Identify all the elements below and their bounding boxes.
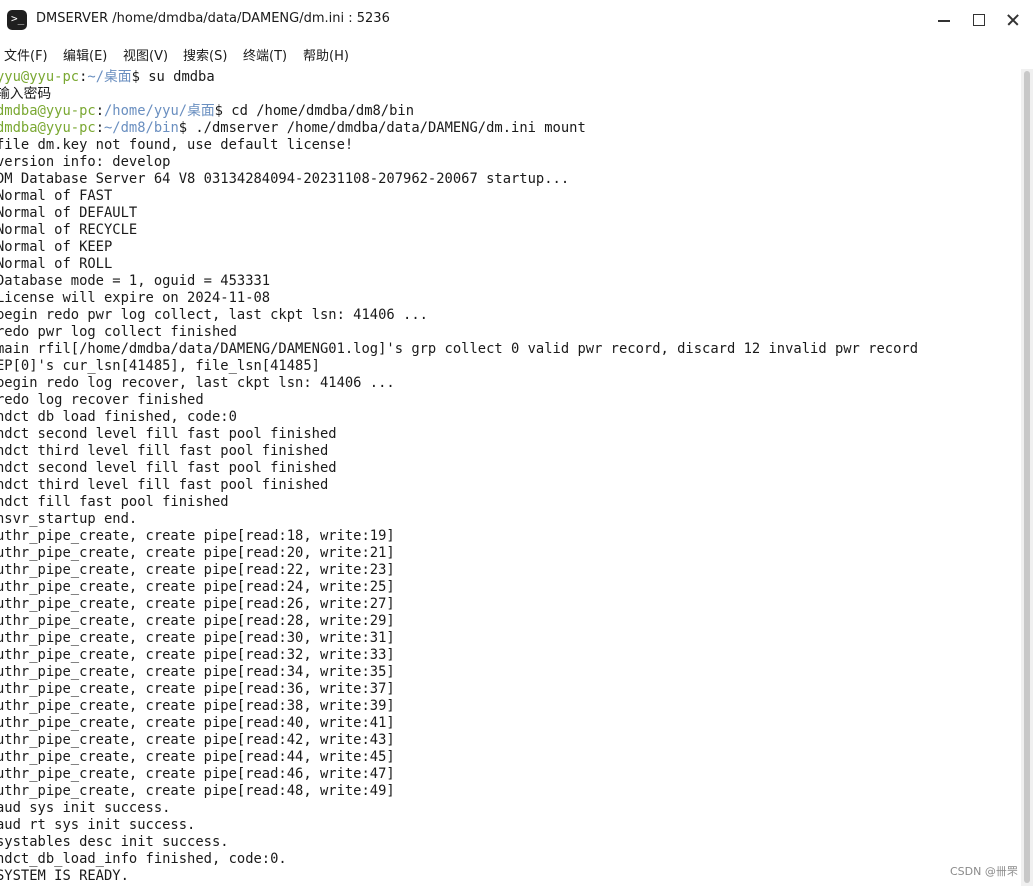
title-bar[interactable]: >_ DMSERVER /home/dmdba/data/DAMENG/dm.i… [0, 0, 1033, 40]
output-line: uthr_pipe_create, create pipe[read:44, w… [0, 749, 395, 765]
minimize-button[interactable] [933, 9, 955, 31]
terminal-output[interactable]: yyu@yyu-pc:~/桌面$ su dmdba 输入密码 dmdba@yyu… [0, 69, 1021, 886]
output-line: begin redo pwr log collect, last ckpt ls… [0, 307, 428, 323]
terminal-icon: >_ [7, 10, 27, 30]
vertical-scrollbar[interactable] [1021, 69, 1033, 886]
output-line: uthr_pipe_create, create pipe[read:32, w… [0, 647, 395, 663]
output-line: Normal of RECYCLE [0, 222, 138, 238]
output-line: SYSTEM IS READY. [0, 868, 129, 884]
output-line: uthr_pipe_create, create pipe[read:36, w… [0, 681, 395, 697]
menu-bar: 文件(F) 编辑(E) 视图(V) 搜索(S) 终端(T) 帮助(H) [0, 41, 1033, 67]
output-line: uthr_pipe_create, create pipe[read:18, w… [0, 528, 395, 544]
menu-terminal[interactable]: 终端(T) [243, 45, 287, 64]
output-line: systables desc init success. [0, 834, 229, 850]
output-line: begin redo log recover, last ckpt lsn: 4… [0, 375, 395, 391]
terminal-prompt-glyph: >_ [11, 12, 25, 25]
output-line: uthr_pipe_create, create pipe[read:28, w… [0, 613, 395, 629]
output-line: Normal of KEEP [0, 239, 113, 255]
scrollbar-thumb[interactable] [1024, 71, 1030, 883]
output-line: ndct second level fill fast pool finishe… [0, 426, 337, 442]
menu-view[interactable]: 视图(V) [123, 45, 168, 64]
output-line: redo pwr log collect finished [0, 324, 237, 340]
menu-help[interactable]: 帮助(H) [303, 45, 349, 64]
output-line: uthr_pipe_create, create pipe[read:26, w… [0, 596, 395, 612]
output-line: ndct third level fill fast pool finished [0, 443, 329, 459]
output-line: uthr_pipe_create, create pipe[read:24, w… [0, 579, 395, 595]
output-line: uthr_pipe_create, create pipe[read:48, w… [0, 783, 395, 799]
output-line: uthr_pipe_create, create pipe[read:38, w… [0, 698, 395, 714]
output-line: Normal of ROLL [0, 256, 113, 272]
watermark: CSDN @卌罘 [950, 865, 1018, 878]
output-line: uthr_pipe_create, create pipe[read:46, w… [0, 766, 395, 782]
prompt-line: dmdba@yyu-pc:/home/yyu/桌面$ cd /home/dmdb… [0, 103, 415, 119]
output-line: DM Database Server 64 V8 03134284094-202… [0, 171, 570, 187]
menu-search[interactable]: 搜索(S) [183, 45, 227, 64]
menu-file[interactable]: 文件(F) [4, 45, 48, 64]
output-line: uthr_pipe_create, create pipe[read:30, w… [0, 630, 395, 646]
output-line: ndct_db_load_info finished, code:0. [0, 851, 287, 867]
menu-edit[interactable]: 编辑(E) [63, 45, 107, 64]
window-title: DMSERVER /home/dmdba/data/DAMENG/dm.ini … [36, 11, 390, 26]
output-line: main rfil[/home/dmdba/data/DAMENG/DAMENG… [0, 341, 919, 357]
output-line: Normal of FAST [0, 188, 113, 204]
password-prompt: 输入密码 [0, 86, 52, 102]
prompt-line: dmdba@yyu-pc:~/dm8/bin$ ./dmserver /home… [0, 120, 586, 136]
output-line: uthr_pipe_create, create pipe[read:34, w… [0, 664, 395, 680]
output-line: EP[0]'s cur_lsn[41485], file_lsn[41485] [0, 358, 320, 374]
output-line: aud sys init success. [0, 800, 171, 816]
output-line: version info: develop [0, 154, 171, 170]
output-line: uthr_pipe_create, create pipe[read:22, w… [0, 562, 395, 578]
output-line: ndct db load finished, code:0 [0, 409, 237, 425]
output-line: uthr_pipe_create, create pipe[read:20, w… [0, 545, 395, 561]
output-line: Database mode = 1, oguid = 453331 [0, 273, 271, 289]
output-line: uthr_pipe_create, create pipe[read:42, w… [0, 732, 395, 748]
prompt-line: yyu@yyu-pc:~/桌面$ su dmdba [0, 69, 215, 85]
output-line: nsvr_startup end. [0, 511, 138, 527]
output-line: License will expire on 2024-11-08 [0, 290, 271, 306]
output-line: ndct third level fill fast pool finished [0, 477, 329, 493]
output-line: Normal of DEFAULT [0, 205, 138, 221]
output-line: aud rt sys init success. [0, 817, 196, 833]
output-line: redo log recover finished [0, 392, 204, 408]
output-line: ndct fill fast pool finished [0, 494, 229, 510]
output-line: uthr_pipe_create, create pipe[read:40, w… [0, 715, 395, 731]
output-line: ndct second level fill fast pool finishe… [0, 460, 337, 476]
output-line: file dm.key not found, use default licen… [0, 137, 354, 153]
close-button[interactable] [1002, 9, 1024, 31]
maximize-button[interactable] [968, 9, 990, 31]
